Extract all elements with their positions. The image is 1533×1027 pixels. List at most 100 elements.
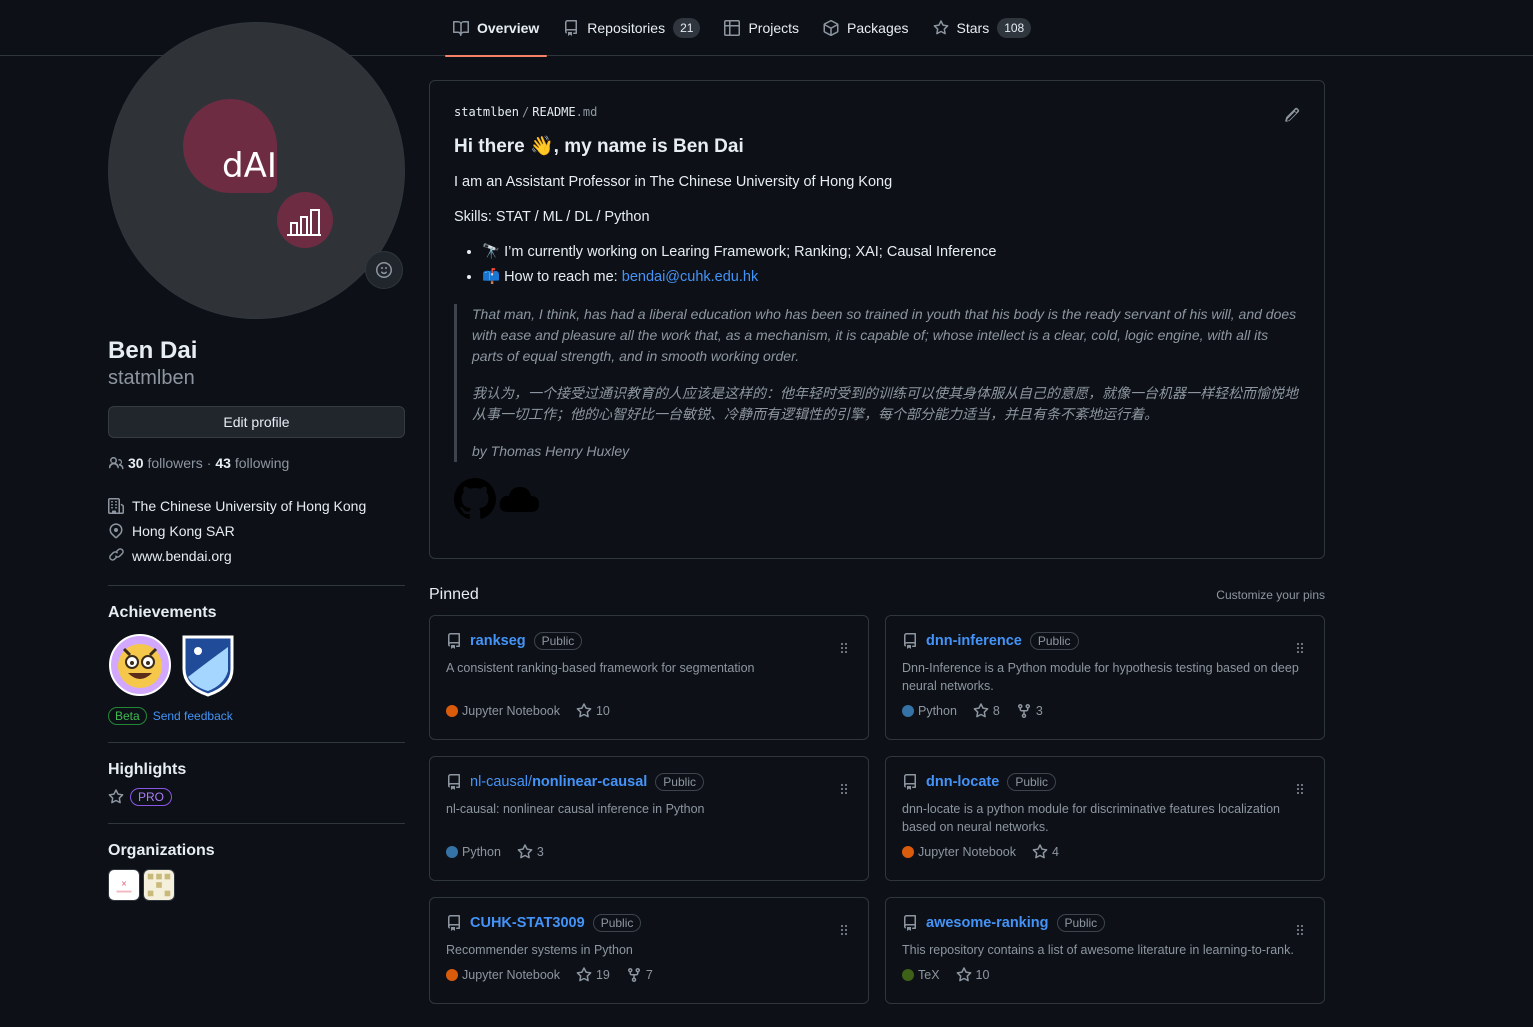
repo-name: dnn-locate xyxy=(926,774,1000,790)
language-color-dot xyxy=(902,705,914,717)
achievements-beta-row: Beta Send feedback xyxy=(108,707,405,725)
repo-meta: Jupyter Notebook 10 xyxy=(446,703,852,719)
beta-badge: Beta xyxy=(108,707,147,725)
tab-packages[interactable]: Packages xyxy=(815,0,916,56)
tab-label: Packages xyxy=(847,20,909,36)
repo-language: Jupyter Notebook xyxy=(462,968,560,982)
achievement-badge-icon[interactable] xyxy=(108,633,172,697)
profile-details: The Chinese University of Hong Kong Hong… xyxy=(108,493,405,568)
visibility-badge: Public xyxy=(592,914,642,932)
github-icon[interactable] xyxy=(454,478,496,520)
dai-logo-image: dAI xyxy=(183,99,333,248)
pro-badge: PRO xyxy=(130,788,173,806)
repo-meta: Jupyter Notebook 19 7 xyxy=(446,967,852,983)
repo-name-link[interactable]: awesome-ranking xyxy=(926,915,1049,931)
stargazers-link[interactable]: 3 xyxy=(517,844,544,860)
star-count: 8 xyxy=(992,704,1000,718)
company-name: The Chinese University of Hong Kong xyxy=(132,497,367,514)
pinned-repo-card: CUHK-STAT3009 Public Recommender systems… xyxy=(429,897,869,1004)
location-row: Hong Kong SAR xyxy=(108,518,405,543)
stars-count-badge: 108 xyxy=(997,18,1032,38)
pinned-repo-card: dnn-locate Public dnn-locate is a python… xyxy=(885,756,1325,881)
repo-icon xyxy=(904,774,916,790)
repo-icon xyxy=(448,774,460,790)
followers-link[interactable]: 30 followers xyxy=(128,455,203,471)
grabber-icon[interactable] xyxy=(1292,781,1308,797)
stargazers-link[interactable]: 8 xyxy=(973,703,1000,719)
readme-owner-link[interactable]: statmlben xyxy=(454,105,519,119)
tab-projects[interactable]: Projects xyxy=(716,0,807,56)
star-icon xyxy=(576,967,592,982)
grabber-icon[interactable] xyxy=(836,640,852,656)
people-icon xyxy=(108,456,124,470)
star-icon xyxy=(108,789,124,804)
visibility-badge: Public xyxy=(533,632,583,650)
tab-repositories[interactable]: Repositories 21 xyxy=(555,0,708,56)
repo-name-link[interactable]: rankseg xyxy=(470,633,526,649)
stargazers-link[interactable]: 10 xyxy=(576,703,610,719)
quote-chinese: 我认为，一个接受过通识教育的人应该是这样的：他年轻时受到的训练可以使其身体服从自… xyxy=(472,385,1298,422)
following-link[interactable]: 43 following xyxy=(215,455,289,471)
forks-link[interactable]: 3 xyxy=(1016,703,1043,719)
set-status-button[interactable] xyxy=(365,251,403,289)
followers-count: 30 xyxy=(128,455,144,471)
repo-name-link[interactable]: CUHK-STAT3009 xyxy=(470,915,585,931)
fork-count: 7 xyxy=(645,968,653,982)
tab-label: Overview xyxy=(477,20,540,36)
avatar-logo-text: dAI xyxy=(222,146,277,186)
avatar[interactable]: dAI xyxy=(108,22,405,319)
quote-english: That man, I think, has had a liberal edu… xyxy=(472,306,1297,364)
stargazers-link[interactable]: 19 xyxy=(576,967,610,983)
achievement-badge-icon[interactable] xyxy=(180,633,236,697)
tab-label: Stars xyxy=(956,20,990,36)
repo-description: Recommender systems in Python xyxy=(446,943,633,957)
grabber-icon[interactable] xyxy=(836,781,852,797)
repo-language: Jupyter Notebook xyxy=(462,704,560,718)
repo-meta: Python 3 xyxy=(446,844,852,860)
followers-label: followers xyxy=(147,455,203,471)
stargazers-link[interactable]: 10 xyxy=(956,967,989,983)
grabber-icon[interactable] xyxy=(836,922,852,938)
repo-meta: Python 8 3 xyxy=(902,703,1308,719)
path-separator: / xyxy=(522,105,530,119)
repo-name-link[interactable]: nl-causal/nonlinear-causal xyxy=(470,774,647,790)
customize-pins-link[interactable]: Customize your pins xyxy=(1216,588,1325,602)
organization-avatar[interactable]: × xyxy=(108,869,140,901)
pinned-repo-card: dnn-inference Public Dnn-Inference is a … xyxy=(885,615,1325,740)
fork-icon xyxy=(627,967,640,983)
repo-description: Dnn-Inference is a Python module for hyp… xyxy=(902,661,1299,693)
star-icon xyxy=(933,20,948,35)
pinned-repo-card: awesome-ranking Public This repository c… xyxy=(885,897,1325,1004)
organization-avatar[interactable] xyxy=(143,869,175,901)
repo-name-link[interactable]: dnn-locate xyxy=(926,774,999,790)
send-feedback-link[interactable]: Send feedback xyxy=(153,709,233,723)
edit-profile-button[interactable]: Edit profile xyxy=(108,406,405,438)
repositories-count-badge: 21 xyxy=(673,18,701,38)
readme-file-link[interactable]: README xyxy=(532,105,575,119)
website-link[interactable]: www.bendai.org xyxy=(132,548,232,564)
star-count: 19 xyxy=(595,968,610,982)
tab-stars[interactable]: Stars 108 xyxy=(925,0,1040,56)
location-icon xyxy=(109,522,123,538)
cloud-icon[interactable] xyxy=(498,484,540,514)
profile-login: statmlben xyxy=(108,367,195,389)
grabber-icon[interactable] xyxy=(1292,922,1308,938)
repo-meta: TeX 10 xyxy=(902,967,1308,983)
repo-name: nonlinear-causal xyxy=(532,774,648,790)
smiley-icon xyxy=(376,262,392,278)
email-link[interactable]: bendai@cuhk.edu.hk xyxy=(622,269,758,285)
repo-language: Jupyter Notebook xyxy=(918,845,1016,859)
star-icon xyxy=(1032,844,1048,859)
repo-name-link[interactable]: dnn-inference xyxy=(926,633,1022,649)
forks-link[interactable]: 7 xyxy=(626,967,653,983)
stargazers-link[interactable]: 4 xyxy=(1032,844,1059,860)
repo-language: Python xyxy=(462,845,501,859)
pencil-icon[interactable] xyxy=(1284,107,1300,123)
repo-name: dnn-inference xyxy=(926,633,1022,649)
profile-readme: statmlben / README.md Hi there 👋, my name … xyxy=(429,80,1325,559)
grabber-icon[interactable] xyxy=(1292,640,1308,656)
readme-list: 🔭 I’m currently working on Learing Frame… xyxy=(454,240,1300,290)
tab-overview[interactable]: Overview xyxy=(445,0,548,57)
readme-bullet-contact: 📫 How to reach me: bendai@cuhk.edu.hk xyxy=(482,265,1300,290)
pinned-title: Pinned xyxy=(429,586,479,603)
